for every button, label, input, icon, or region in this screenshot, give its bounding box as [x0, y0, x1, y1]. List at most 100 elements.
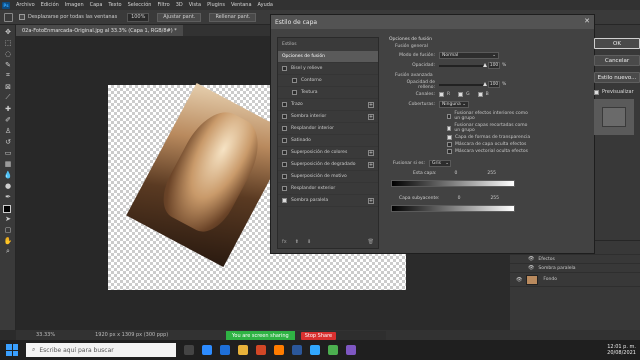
menu-item[interactable]: Texto [108, 2, 121, 8]
menu-item[interactable]: Archivo [16, 2, 35, 8]
style-checkbox[interactable] [282, 198, 287, 203]
lasso-tool-icon[interactable]: ◌ [3, 49, 13, 58]
layer-row[interactable]: 👁 Sombra paralela [510, 264, 640, 273]
menu-item[interactable]: Ayuda [258, 2, 273, 8]
document-tab[interactable]: 02a-FotoEnmarcada-Original.jpg al 33.3% … [16, 25, 183, 36]
stop-share-button[interactable]: Stop Share [300, 332, 337, 340]
menu-item[interactable]: Imagen [65, 2, 84, 8]
preview-checkbox[interactable] [594, 89, 599, 95]
style-checkbox[interactable] [282, 150, 287, 155]
fill-opacity-field[interactable]: 100 [488, 81, 500, 88]
menu-item[interactable]: Plugins [207, 2, 225, 8]
app-icon[interactable] [346, 345, 356, 355]
visibility-icon[interactable]: 👁 [516, 277, 522, 283]
add-style-icon[interactable]: + [368, 150, 374, 156]
add-style-icon[interactable]: + [368, 102, 374, 108]
new-style-button[interactable]: Estilo nuevo... [594, 72, 640, 83]
system-tray-clock[interactable]: 12:01 p. m. 20/08/2021 [607, 340, 636, 360]
advanced-option-checkbox[interactable] [447, 142, 452, 147]
add-style-icon[interactable]: + [368, 162, 374, 168]
file-explorer-icon[interactable] [238, 345, 248, 355]
brush-tool-icon[interactable]: ✐ [3, 115, 13, 124]
menu-item[interactable]: Filtro [157, 2, 169, 8]
path-select-tool-icon[interactable]: ➤ [3, 214, 13, 223]
style-checkbox[interactable] [282, 102, 287, 107]
stamp-tool-icon[interactable]: ♙ [3, 126, 13, 135]
ok-button[interactable]: OK [594, 38, 640, 49]
layer-row[interactable]: 👁 Fondo [510, 273, 640, 287]
menu-item[interactable]: Edición [41, 2, 59, 8]
hand-tool-icon[interactable] [4, 12, 13, 22]
trash-icon[interactable]: 🗑 [368, 239, 374, 245]
style-checkbox[interactable] [282, 186, 287, 191]
style-item[interactable]: Sombra paralela + [278, 195, 378, 207]
advanced-option[interactable]: Máscara de capa oculta efectos [389, 142, 531, 147]
style-item[interactable]: Satinado [278, 135, 378, 147]
opacity-slider-knob[interactable] [483, 62, 487, 67]
windows-start-icon[interactable] [6, 344, 18, 356]
status-zoom[interactable]: 33.33% [36, 332, 55, 338]
advanced-option-checkbox[interactable] [447, 135, 452, 140]
channel-toggle[interactable]: G [458, 92, 470, 97]
fill-opacity-slider[interactable] [439, 81, 487, 86]
channel-toggle[interactable]: B [477, 92, 489, 97]
dialog-title-bar[interactable]: Estilo de capa ✕ [271, 15, 594, 29]
powerpoint-icon[interactable] [256, 345, 266, 355]
menu-item[interactable]: 3D [176, 2, 183, 8]
style-checkbox[interactable] [282, 162, 287, 167]
fill-opacity-slider-knob[interactable] [483, 81, 487, 86]
dodge-tool-icon[interactable]: ● [3, 181, 13, 190]
style-checkbox[interactable] [282, 138, 287, 143]
blur-tool-icon[interactable]: 💧 [3, 170, 13, 179]
advanced-option[interactable]: Capa de formas de transparencia [389, 135, 531, 140]
zoom-app-icon[interactable] [202, 345, 212, 355]
blend-mode-select[interactable]: Normal ⌄ [439, 52, 499, 59]
cancel-button[interactable]: Cancelar [594, 55, 640, 66]
visibility-icon[interactable]: 👁 [528, 256, 534, 262]
opacity-field[interactable]: 100 [488, 62, 500, 69]
illustrator-icon[interactable] [274, 345, 284, 355]
fx-icon[interactable]: fx [282, 239, 287, 245]
style-checkbox[interactable] [282, 174, 287, 179]
crop-tool-icon[interactable]: ⌗ [3, 71, 13, 80]
channel-checkbox[interactable] [477, 92, 483, 97]
taskbar-search-input[interactable]: ⌕ Escribe aquí para buscar [26, 343, 176, 357]
move-down-icon[interactable]: ⬇ [307, 239, 311, 245]
add-style-icon[interactable]: + [368, 114, 374, 120]
gradient-tool-icon[interactable]: ▦ [3, 159, 13, 168]
style-checkbox[interactable] [282, 126, 287, 131]
style-item[interactable]: Sombra interior + [278, 111, 378, 123]
marquee-tool-icon[interactable]: ⬚ [3, 38, 13, 47]
menu-item[interactable]: Ventana [231, 2, 252, 8]
task-view-icon[interactable] [184, 345, 194, 355]
move-up-icon[interactable]: ⬆ [295, 239, 299, 245]
blend-if-select[interactable]: Gris ⌄ [429, 160, 451, 167]
fill-screen-button[interactable]: Rellenar pant. [209, 12, 257, 22]
layer-row[interactable]: 👁 Efectos [510, 255, 640, 264]
advanced-option-checkbox[interactable] [447, 125, 452, 131]
channel-toggle[interactable]: R [439, 92, 450, 97]
style-item[interactable]: Superposición de degradado + [278, 159, 378, 171]
style-checkbox[interactable] [282, 114, 287, 119]
add-style-icon[interactable]: + [368, 198, 374, 204]
style-item[interactable]: Contorno [278, 75, 378, 87]
fit-screen-button[interactable]: Ajustar pant. [157, 12, 202, 22]
style-checkbox[interactable] [292, 78, 297, 83]
shape-tool-icon[interactable]: ▢ [3, 225, 13, 234]
style-item[interactable]: Resplandor exterior [278, 183, 378, 195]
close-icon[interactable]: ✕ [584, 17, 590, 25]
advanced-option-checkbox[interactable] [447, 113, 452, 119]
underlying-layer-gradient[interactable] [391, 205, 515, 212]
quick-select-tool-icon[interactable]: ✎ [3, 60, 13, 69]
menu-item[interactable]: Vista [189, 2, 201, 8]
zoom-tool-icon[interactable]: ⌕ [3, 247, 13, 256]
this-layer-gradient[interactable] [391, 180, 515, 187]
zoom-field[interactable]: 100% [127, 12, 150, 22]
style-item[interactable]: Bisel y relieve [278, 63, 378, 75]
menu-item[interactable]: Selección [128, 2, 152, 8]
channel-checkbox[interactable] [439, 92, 444, 97]
advanced-option[interactable]: Fusionar capas recortadas como un grupo [389, 123, 531, 133]
scroll-all-checkbox[interactable] [19, 14, 25, 20]
eraser-tool-icon[interactable]: ▭ [3, 148, 13, 157]
style-item[interactable]: Superposición de motivo [278, 171, 378, 183]
